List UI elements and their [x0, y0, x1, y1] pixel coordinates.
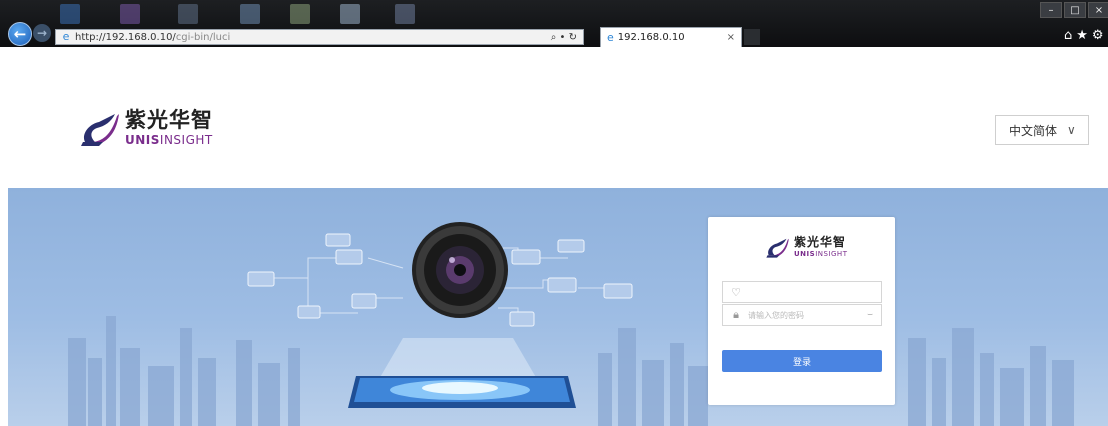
taskbar-app-icon[interactable] [120, 4, 140, 24]
user-icon: ♡ [731, 285, 741, 299]
ie-tab-icon: e [607, 31, 614, 44]
forward-button[interactable]: → [33, 24, 51, 42]
tab-close-icon[interactable]: × [727, 32, 735, 43]
brand-name-cn: 紫光华智 [125, 108, 213, 132]
taskbar-app-icon[interactable] [290, 4, 310, 24]
close-window-button[interactable]: × [1088, 2, 1108, 18]
login-button[interactable]: 登录 [722, 350, 882, 372]
card-brand-name-en: UNISINSIGHT [794, 250, 847, 258]
banner-illustration [68, 222, 1074, 426]
username-field[interactable]: ♡ [722, 281, 882, 303]
unisinsight-logo-icon [81, 114, 119, 146]
taskbar-app-icon[interactable] [340, 4, 360, 24]
arrow-right-icon: → [36, 26, 48, 40]
address-search-refresh-icons[interactable]: ⌕ • ↻ [551, 32, 577, 43]
taskbar-app-icon[interactable] [60, 4, 80, 24]
language-select[interactable]: 中文简体 ∨ [995, 115, 1089, 145]
card-brand-name-cn: 紫光华智 [794, 235, 847, 249]
username-input[interactable] [748, 287, 858, 297]
card-brand-name-en-bold: UNIS [794, 250, 816, 258]
taskbar-app-icon[interactable] [178, 4, 198, 24]
taskbar-app-icon[interactable] [240, 4, 260, 24]
chevron-down-icon: ∨ [1067, 123, 1076, 137]
card-brand-name-en-rest: INSIGHT [815, 250, 848, 258]
city-skyline [68, 316, 1074, 426]
tab-title: 192.168.0.10 [617, 32, 685, 43]
tablet-illustration [348, 376, 576, 408]
address-url-host: http://192.168.0.10/ [75, 31, 176, 43]
card-brand-logo: 紫光华智 UNISINSIGHT [764, 235, 847, 259]
address-url[interactable]: http://192.168.0.10/cgi-bin/luci [75, 32, 230, 43]
unisinsight-logo-icon [766, 238, 789, 258]
browser-chrome: ← → e http://192.168.0.10/cgi-bin/luci ⌕… [0, 0, 1108, 47]
password-field[interactable]: 🔒︎ ⌣ [722, 304, 882, 326]
lock-icon: 🔒︎ [733, 308, 739, 321]
ie-page-icon: e [62, 30, 70, 43]
hero-banner [8, 188, 1108, 426]
arrow-left-icon: ← [13, 25, 27, 43]
taskbar-app-icon[interactable] [395, 4, 415, 24]
back-button[interactable]: ← [8, 22, 32, 46]
address-bar[interactable]: e http://192.168.0.10/cgi-bin/luci ⌕ • ↻ [55, 29, 584, 45]
window-controls: – □ × [1040, 2, 1108, 18]
camera-lens [412, 222, 508, 318]
brand-name-en-rest: INSIGHT [159, 133, 213, 147]
language-label: 中文简体 [1009, 123, 1058, 138]
address-url-path: cgi-bin/luci [175, 31, 231, 43]
taskbar-icons [60, 4, 420, 24]
eye-closed-icon[interactable]: ⌣ [867, 310, 873, 320]
brand-name-en-bold: UNIS [125, 133, 160, 147]
brand-name-en: UNISINSIGHT [125, 133, 213, 147]
restore-button[interactable]: □ [1064, 2, 1086, 18]
minimize-button[interactable]: – [1040, 2, 1062, 18]
home-favorites-settings-icons[interactable]: ⌂★⚙ [1064, 28, 1108, 43]
password-input[interactable] [748, 310, 858, 320]
login-card: 紫光华智 UNISINSIGHT ♡ 🔒︎ ⌣ 登录 [708, 217, 895, 405]
brand-logo: 紫光华智 UNISINSIGHT [77, 108, 213, 148]
new-tab-button[interactable] [744, 29, 760, 45]
browser-tab[interactable]: e 192.168.0.10 × [600, 27, 742, 47]
